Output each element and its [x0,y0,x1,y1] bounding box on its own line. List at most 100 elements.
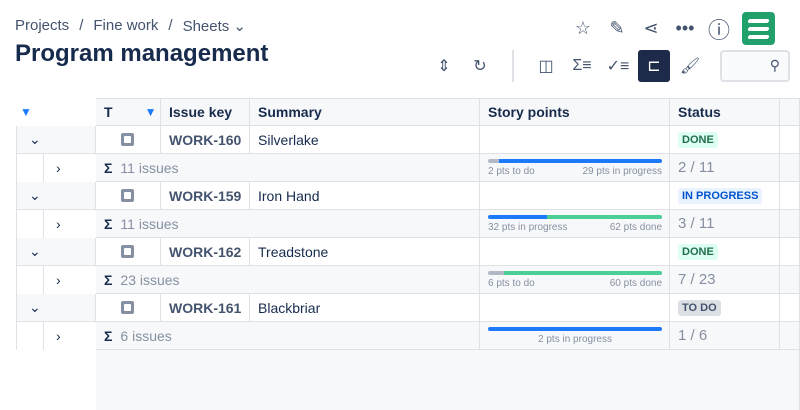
progress-count: 1 / 6 [670,322,780,350]
collapse-toggle[interactable]: ⌄ [16,126,96,154]
progress-label: 29 pts in progress [582,166,663,177]
table-row[interactable]: ⌄ WORK-160 Silverlake DONE [0,126,800,154]
progress-count: 7 / 23 [670,266,780,294]
header-summary[interactable]: Summary [250,98,480,126]
sum-list-icon[interactable]: Σ≡ [566,50,598,82]
task-type-icon [121,189,134,202]
breadcrumb-fine-work[interactable]: Fine work [93,17,158,35]
status-cell[interactable]: TO DO [670,294,780,322]
progress-cell: 2 pts to do 29 pts in progress [480,154,670,182]
table-row[interactable]: ⌄ WORK-159 Iron Hand IN PROGRESS [0,182,800,210]
progress-label: 6 pts to do [488,278,535,289]
progress-count: 3 / 11 [670,210,780,238]
expand-toggle[interactable]: › [16,322,96,350]
progress-count: 2 / 11 [670,154,780,182]
search-input[interactable]: ⚲ [720,50,790,82]
progress-label: 2 pts in progress [538,334,612,345]
filter-column: ▼ [16,98,96,126]
header-story-points[interactable]: Story points [480,98,670,126]
issue-summary[interactable]: Silverlake [250,126,480,154]
extra-cell [780,238,800,266]
story-points-cell[interactable] [480,294,670,322]
status-cell[interactable]: DONE [670,126,780,154]
progress-bar [488,327,662,331]
progress-label: 62 pts done [609,222,662,233]
issue-key[interactable]: WORK-161 [161,294,250,322]
breadcrumb-separator: / [168,17,173,34]
issue-summary[interactable]: Iron Hand [250,182,480,210]
header-status[interactable]: Status [670,98,780,126]
refresh-icon[interactable]: ↻ [464,50,496,82]
expand-toggle[interactable]: › [16,154,96,182]
issue-key[interactable]: WORK-162 [161,238,250,266]
hierarchy-icon[interactable]: ⊏ [638,50,670,82]
share-icon[interactable]: ⋖ [634,15,668,43]
progress-bar [488,159,662,163]
table-row[interactable]: ⌄ WORK-161 Blackbriar TO DO [0,294,800,322]
issue-count: 11 issues [120,215,179,232]
chevron-right-icon: › [43,266,61,294]
filter-icon[interactable]: ▼ [145,105,157,119]
extra-cell [780,182,800,210]
progress-bar [488,271,662,275]
paint-roller-icon[interactable]: 🖌 [674,50,706,82]
star-icon[interactable]: ☆ [566,15,600,43]
schedule-icon[interactable]: ◫ [530,50,562,82]
expand-toggle[interactable]: › [16,210,96,238]
breadcrumb-projects[interactable]: Projects [15,17,69,35]
progress-segment [503,271,662,275]
progress-label: 32 pts in progress [488,222,568,233]
story-points-cell[interactable] [480,126,670,154]
chevron-right-icon: › [43,154,61,182]
checklist-icon[interactable]: ✓≡ [602,50,634,82]
progress-segment [547,215,662,219]
filter-icon[interactable]: ▼ [20,105,32,119]
summary-row[interactable]: › Σ 11 issues 2 pts to do 29 pts in progre… [0,154,800,182]
issue-key[interactable]: WORK-159 [161,182,250,210]
status-cell[interactable]: IN PROGRESS [670,182,780,210]
chevron-down-icon: ⌄ [29,243,41,259]
divider [512,50,514,82]
progress-cell: 2 pts in progress [480,322,670,350]
collapse-toggle[interactable]: ⌄ [16,294,96,322]
header-label: T [104,104,113,120]
collapse-toggle[interactable]: ⌄ [16,238,96,266]
issue-key[interactable]: WORK-160 [161,126,250,154]
summary-row[interactable]: › Σ 11 issues 32 pts in progress 62 pts do… [0,210,800,238]
help-icon[interactable]: ⓘ [702,15,736,43]
issue-count: 11 issues [120,159,179,176]
collapse-toggle[interactable]: ⌄ [16,182,96,210]
expand-toggle[interactable]: › [16,266,96,294]
expand-collapse-icon[interactable]: ⇕ [428,50,460,82]
status-cell[interactable]: DONE [670,238,780,266]
header-type[interactable]: T ▼ [96,98,161,126]
extra-cell [780,322,800,350]
header-extra[interactable] [780,98,800,126]
issue-summary[interactable]: Blackbriar [250,294,480,322]
summary-row[interactable]: › Σ 23 issues 6 pts to do 60 pts done 7 / … [0,266,800,294]
progress-bar [488,215,662,219]
pencil-icon[interactable]: ✎ [600,15,634,43]
header-issue-key[interactable]: Issue key [161,98,250,126]
app-logo[interactable] [742,12,775,45]
table-row[interactable]: ⌄ WORK-162 Treadstone DONE [0,238,800,266]
story-points-cell[interactable] [480,238,670,266]
extra-cell [780,126,800,154]
summary-row[interactable]: › Σ 6 issues 2 pts in progress 1 / 6 [0,322,800,350]
more-icon[interactable]: ••• [668,15,702,43]
story-points-cell[interactable] [480,182,670,210]
issue-summary[interactable]: Treadstone [250,238,480,266]
extra-cell [780,210,800,238]
sigma-icon: Σ [104,271,113,288]
page-title: Program management [15,40,269,67]
breadcrumb-sheets[interactable]: Sheets ⌄ [183,17,246,35]
sigma-icon: Σ [104,215,113,232]
chevron-down-icon: ⌄ [29,131,41,147]
status-badge: DONE [678,131,718,148]
task-type-icon [121,133,134,146]
chevron-down-icon: ⌄ [29,187,41,203]
chevron-right-icon: › [43,322,61,350]
progress-label: 60 pts done [609,278,662,289]
sigma-icon: Σ [104,159,113,176]
breadcrumb: Projects / Fine work / Sheets ⌄ [15,17,246,35]
